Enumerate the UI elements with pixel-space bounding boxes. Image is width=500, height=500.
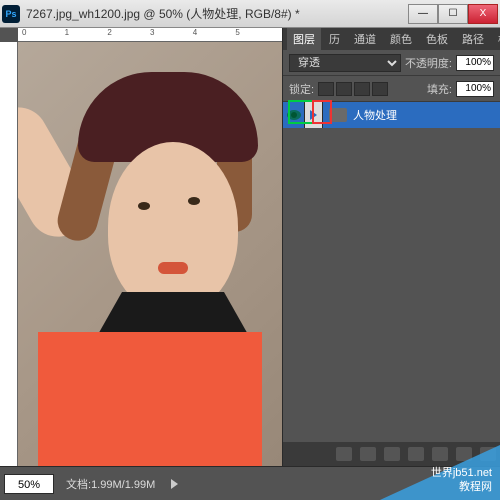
close-button[interactable]: X [468, 4, 498, 24]
horizontal-ruler[interactable] [18, 28, 282, 42]
document-image [18, 42, 282, 466]
delete-layer-icon[interactable] [480, 447, 496, 461]
tab-history[interactable]: 历 [323, 28, 346, 50]
opacity-label: 不透明度: [405, 55, 452, 71]
link-layers-icon[interactable] [336, 447, 352, 461]
annotation-red-box [312, 100, 332, 124]
maximize-button[interactable]: ☐ [438, 4, 468, 24]
blend-row: 穿透 不透明度: [283, 50, 500, 76]
adjustment-layer-icon[interactable] [408, 447, 424, 461]
canvas[interactable] [18, 42, 282, 466]
annotation-green-box [288, 100, 314, 124]
lock-all-icon[interactable] [372, 82, 388, 96]
fill-label: 填充: [427, 81, 452, 97]
layer-style-icon[interactable] [360, 447, 376, 461]
zoom-input[interactable]: 50% [4, 474, 54, 494]
tab-channels[interactable]: 通道 [348, 28, 382, 50]
lock-position-icon[interactable] [354, 82, 370, 96]
blend-mode-select[interactable]: 穿透 [289, 54, 401, 72]
vertical-ruler[interactable] [0, 42, 18, 466]
tab-paths[interactable]: 路径 [456, 28, 490, 50]
tab-color[interactable]: 颜色 [384, 28, 418, 50]
lock-row: 锁定: 填充: [283, 76, 500, 102]
layers-panel-footer [283, 442, 500, 466]
layers-panel: 图层 历 通道 颜色 色板 路径 样式 动作 穿透 不透明度: 锁定: 填充: … [282, 28, 500, 466]
tab-styles[interactable]: 样式 [492, 28, 500, 50]
tab-swatches[interactable]: 色板 [420, 28, 454, 50]
minimize-button[interactable]: — [408, 4, 438, 24]
status-bar: 50% 文档:1.99M/1.99M [0, 466, 500, 500]
fill-input[interactable] [456, 81, 494, 97]
document-title: 7267.jpg_wh1200.jpg @ 50% (人物处理, RGB/8#)… [26, 5, 408, 22]
layer-name: 人物处理 [353, 107, 397, 123]
tab-layers[interactable]: 图层 [287, 28, 321, 50]
titlebar: Ps 7267.jpg_wh1200.jpg @ 50% (人物处理, RGB/… [0, 0, 500, 28]
new-layer-icon[interactable] [456, 447, 472, 461]
lock-pixels-icon[interactable] [336, 82, 352, 96]
layer-mask-icon[interactable] [384, 447, 400, 461]
lock-transparency-icon[interactable] [318, 82, 334, 96]
doc-size-label: 文档:1.99M/1.99M [58, 476, 163, 492]
window-controls: — ☐ X [408, 4, 498, 24]
status-menu-icon[interactable] [171, 479, 178, 489]
opacity-input[interactable] [456, 55, 494, 71]
new-group-icon[interactable] [432, 447, 448, 461]
app-icon: Ps [2, 5, 20, 23]
panel-tabs: 图层 历 通道 颜色 色板 路径 样式 动作 [283, 28, 500, 50]
lock-label: 锁定: [289, 81, 314, 97]
layers-list[interactable]: 人物处理 [283, 102, 500, 442]
